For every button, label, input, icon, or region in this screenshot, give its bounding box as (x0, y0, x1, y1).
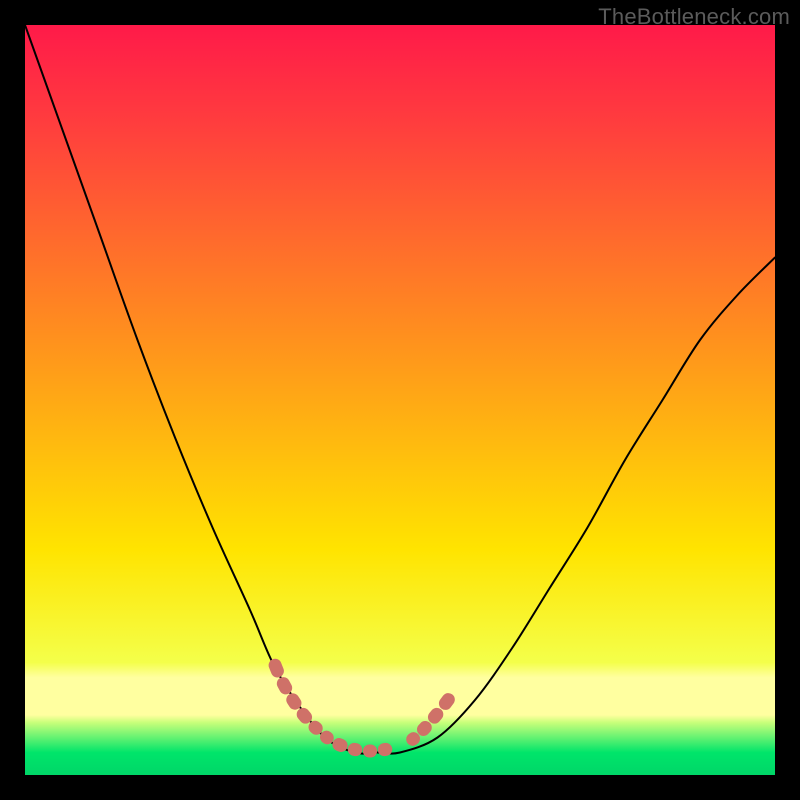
plot-area (25, 25, 775, 775)
chart-stage: TheBottleneck.com (0, 0, 800, 800)
chart-svg (25, 25, 775, 775)
watermark-text: TheBottleneck.com (598, 4, 790, 30)
